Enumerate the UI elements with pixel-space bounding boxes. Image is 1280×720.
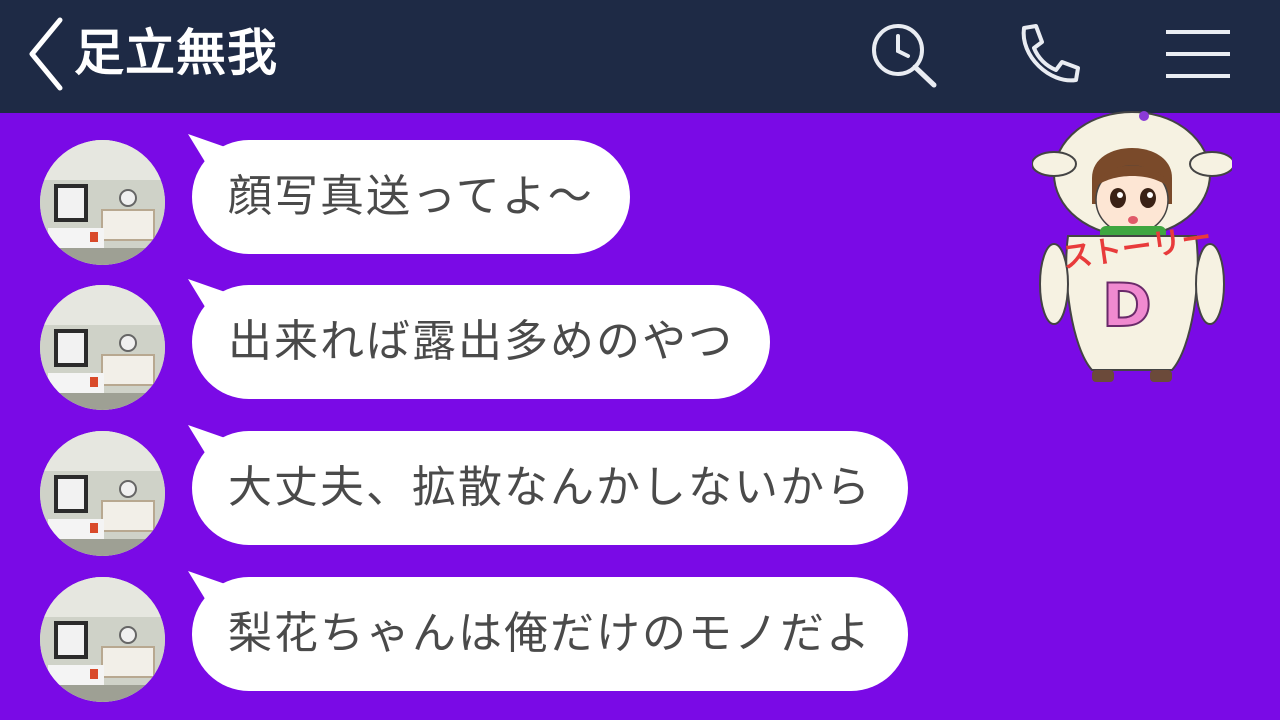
menu-icon (1166, 30, 1230, 78)
sticker-letter: D (1102, 271, 1152, 341)
chat-title: 足立無我 (74, 24, 278, 82)
avatar[interactable] (40, 577, 165, 702)
avatar[interactable] (40, 431, 165, 556)
menu-button[interactable] (1160, 20, 1236, 90)
message-bubble[interactable]: 梨花ちゃんは俺だけのモノだよ (192, 577, 908, 691)
search-clock-icon (872, 24, 937, 88)
chat-header: 足立無我 (0, 0, 1280, 113)
message-bubble[interactable]: 出来れば露出多めのやつ (192, 285, 770, 399)
avatar[interactable] (40, 140, 165, 265)
message-bubble[interactable]: 顔写真送ってよ〜 (192, 140, 630, 254)
phone-icon (1021, 24, 1080, 83)
message-bubble[interactable]: 大丈夫、拡散なんかしないから (192, 431, 908, 545)
search-button[interactable] (866, 20, 942, 90)
back-button[interactable] (20, 12, 70, 92)
chevron-left-icon (29, 17, 63, 91)
avatar[interactable] (40, 285, 165, 410)
sheep-girl-sticker: ストーリー D (1032, 111, 1232, 382)
call-button[interactable] (1010, 20, 1086, 90)
